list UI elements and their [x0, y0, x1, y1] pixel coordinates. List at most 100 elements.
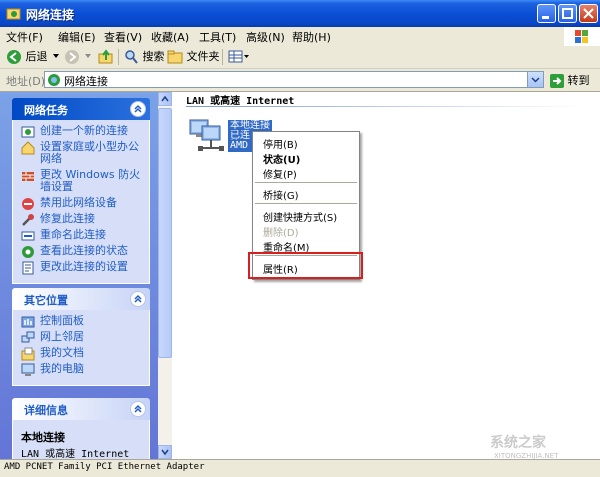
- group-divider: [186, 106, 586, 107]
- address-dropdown-button[interactable]: [527, 72, 543, 87]
- other-places-header[interactable]: 其它位置: [12, 288, 150, 310]
- collapse-icon[interactable]: [130, 401, 146, 417]
- firewall-icon: [22, 172, 34, 181]
- details-panel: 详细信息 本地连接 LAN 或高速 Internet: [12, 398, 150, 459]
- go-arrow-icon: [550, 74, 564, 88]
- network-tasks-title: 网络任务: [24, 104, 68, 117]
- go-button[interactable]: 转到: [550, 72, 590, 88]
- other-places-panel: 其它位置 控制面板 网上邻居 我的文档 我的电脑: [12, 288, 150, 386]
- views-button[interactable]: [228, 48, 250, 66]
- up-folder-icon: [98, 49, 113, 64]
- menu-separator: [255, 182, 357, 183]
- network-connections-icon: [48, 74, 60, 86]
- toolbar-separator: [222, 49, 223, 65]
- task-firewall[interactable]: 更改 Windows 防火墙设置: [21, 169, 143, 193]
- details-title: 详细信息: [24, 404, 68, 417]
- task-disable-device[interactable]: 禁用此网络设备: [21, 197, 143, 210]
- search-icon: [125, 50, 138, 64]
- task-pane-scrollbar[interactable]: [158, 92, 172, 459]
- chevron-down-icon: [531, 77, 540, 83]
- scroll-up-button[interactable]: [158, 92, 172, 106]
- close-icon: [583, 8, 594, 19]
- back-label: 后退: [25, 50, 48, 63]
- menu-help[interactable]: 帮助(H): [292, 29, 331, 45]
- windows-logo-icon: [564, 27, 600, 47]
- maximize-icon: [562, 8, 573, 19]
- up-folder-button[interactable]: [98, 48, 114, 66]
- rename-icon: [21, 231, 35, 241]
- search-label: 搜索: [142, 50, 165, 63]
- network-folder-icon: [6, 8, 21, 20]
- close-button[interactable]: [579, 4, 598, 23]
- menu-repair[interactable]: 修复(P): [263, 166, 297, 181]
- details-name: 本地连接: [21, 431, 65, 444]
- menu-file[interactable]: 文件(F): [6, 29, 43, 45]
- network-tasks-header[interactable]: 网络任务: [12, 98, 150, 120]
- title-bar[interactable]: 网络连接: [0, 0, 600, 27]
- minimize-button[interactable]: [537, 4, 556, 23]
- watermark-logo: 系统之家: [490, 435, 546, 451]
- back-dropdown-icon[interactable]: [52, 52, 60, 70]
- task-rename[interactable]: 重命名此连接: [21, 229, 143, 241]
- maximize-button[interactable]: [558, 4, 577, 23]
- forward-button[interactable]: [64, 48, 80, 66]
- scroll-thumb[interactable]: [158, 108, 172, 358]
- details-body: 本地连接 LAN 或高速 Internet: [12, 420, 150, 459]
- settings-icon: [22, 261, 34, 275]
- task-repair[interactable]: 修复此连接: [21, 213, 143, 226]
- menu-view[interactable]: 查看(V): [104, 29, 142, 45]
- collapse-icon[interactable]: [130, 101, 146, 117]
- place-control-panel[interactable]: 控制面板: [21, 315, 143, 328]
- toolbar-separator: [118, 49, 119, 65]
- window-title: 网络连接: [26, 8, 75, 22]
- details-header[interactable]: 详细信息: [12, 398, 150, 420]
- group-header: LAN 或高速 Internet: [186, 96, 295, 107]
- place-network-places[interactable]: 网上邻居: [21, 331, 143, 343]
- menu-delete: 删除(D): [263, 228, 299, 239]
- menu-create-shortcut[interactable]: 创建快捷方式(S): [263, 209, 337, 224]
- address-label: 地址(D): [6, 75, 46, 88]
- menu-bridge[interactable]: 桥接(G): [263, 187, 299, 202]
- search-button[interactable]: 搜索: [123, 48, 165, 66]
- my-documents-icon: [21, 347, 35, 361]
- task-home-network[interactable]: 设置家庭或小型办公网络: [21, 141, 143, 165]
- other-places-title: 其它位置: [24, 294, 68, 307]
- properties-highlight-box: [248, 252, 363, 279]
- address-value: 网络连接: [64, 75, 108, 88]
- menu-disable[interactable]: 停用(B): [263, 136, 298, 151]
- folders-button[interactable]: 文件夹: [167, 48, 220, 66]
- task-pane: 网络任务 创建一个新的连接 设置家庭或小型办公网络 更改 Windows 防火墙…: [0, 92, 172, 459]
- task-change-settings[interactable]: 更改此连接的设置: [21, 261, 143, 275]
- menu-favorites[interactable]: 收藏(A): [151, 29, 189, 45]
- network-tasks-list: 创建一个新的连接 设置家庭或小型办公网络 更改 Windows 防火墙设置 禁用…: [12, 120, 150, 284]
- toolbar: 后退 搜索 文件夹: [0, 46, 600, 69]
- status-text: AMD PCNET Family PCI Ethernet Adapter: [4, 462, 205, 472]
- lan-connection-icon[interactable]: [186, 116, 230, 156]
- folders-icon: [167, 50, 183, 64]
- scroll-down-button[interactable]: [158, 445, 172, 459]
- menu-edit[interactable]: 编辑(E): [58, 29, 96, 45]
- disable-icon: [22, 198, 34, 210]
- back-button[interactable]: 后退: [6, 48, 48, 66]
- place-my-computer[interactable]: 我的电脑: [21, 363, 143, 376]
- menu-tools[interactable]: 工具(T): [199, 29, 236, 45]
- menu-advanced[interactable]: 高级(N): [246, 29, 285, 45]
- network-tasks-panel: 网络任务 创建一个新的连接 设置家庭或小型办公网络 更改 Windows 防火墙…: [12, 98, 150, 284]
- menu-status[interactable]: 状态(U): [263, 151, 300, 166]
- place-my-documents[interactable]: 我的文档: [21, 347, 143, 361]
- collapse-icon[interactable]: [130, 291, 146, 307]
- views-icon: [228, 50, 249, 63]
- task-view-status[interactable]: 查看此连接的状态: [21, 245, 143, 258]
- watermark-url: XITONGZHIJIA.NET: [494, 452, 559, 460]
- status-icon: [22, 246, 34, 258]
- address-input[interactable]: 网络连接: [44, 71, 544, 88]
- repair-icon: [22, 214, 34, 226]
- menu-separator: [255, 203, 357, 204]
- go-label: 转到: [567, 74, 590, 87]
- back-arrow-icon: [7, 50, 21, 64]
- task-new-connection[interactable]: 创建一个新的连接: [21, 125, 143, 138]
- menu-bar: 文件(F) 编辑(E) 查看(V) 收藏(A) 工具(T) 高级(N) 帮助(H…: [0, 27, 600, 47]
- folders-label: 文件夹: [186, 50, 220, 63]
- home-network-icon: [21, 141, 35, 155]
- forward-dropdown-icon[interactable]: [84, 52, 92, 70]
